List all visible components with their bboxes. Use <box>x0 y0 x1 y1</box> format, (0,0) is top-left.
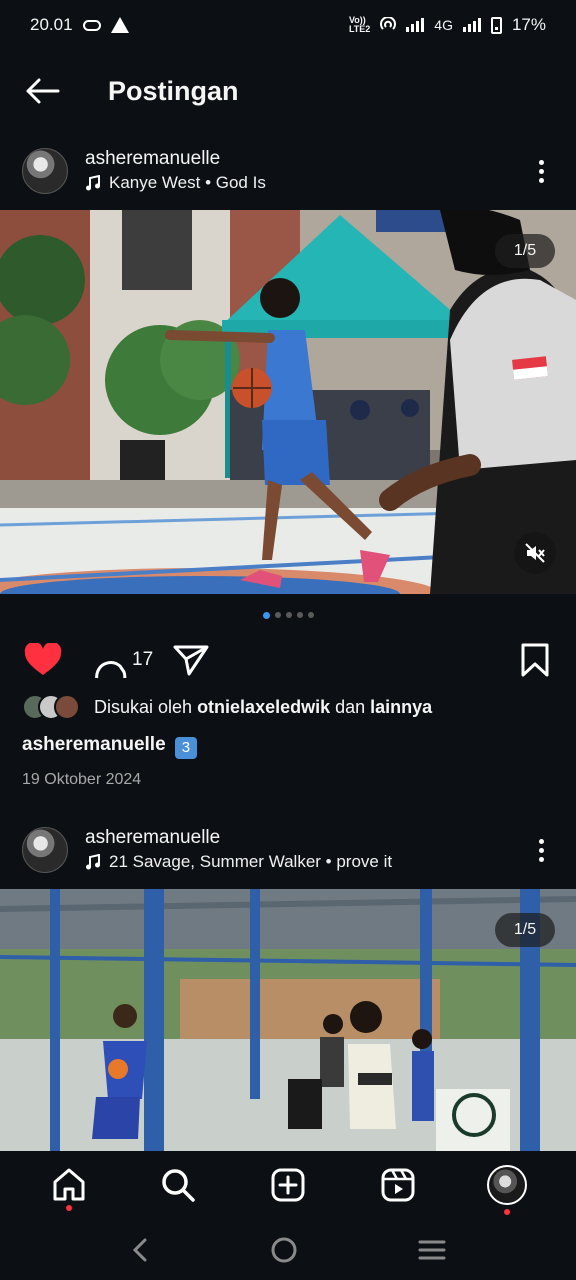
nav-search[interactable] <box>148 1155 208 1215</box>
system-home-icon[interactable] <box>270 1236 298 1264</box>
page-title: Postingan <box>108 75 239 106</box>
reels-icon <box>381 1168 415 1202</box>
share-button[interactable] <box>173 644 209 676</box>
bottom-nav <box>0 1151 576 1219</box>
notification-icon <box>82 19 101 31</box>
music-info[interactable]: 21 Savage, Summer Walker • prove it <box>85 850 516 874</box>
bookmark-icon <box>521 643 549 677</box>
caption-username[interactable]: asheremanuelle <box>22 734 166 755</box>
speaker-muted-icon <box>525 543 545 563</box>
more-options-button[interactable] <box>516 830 566 870</box>
keycap-emoji: 3 <box>174 737 197 759</box>
create-icon <box>271 1168 305 1202</box>
basketball-court-photo <box>0 889 576 1151</box>
status-bar: 20.01 Vo)) LTE2 4G 17% <box>0 0 576 50</box>
avatar[interactable] <box>22 827 68 873</box>
media-counter: 1/5 <box>495 234 555 268</box>
back-button[interactable] <box>0 60 84 122</box>
comment-button[interactable]: 17 <box>92 642 153 678</box>
comment-count: 17 <box>132 649 154 670</box>
post-date: 19 Oktober 2024 <box>22 771 142 788</box>
battery-level: 17% <box>511 15 546 34</box>
post-caption: asheremanuelle 3 <box>22 734 197 759</box>
battery-icon <box>490 16 502 34</box>
volte-indicator: Vo)) LTE2 <box>348 15 371 34</box>
media-counter: 1/5 <box>495 913 555 947</box>
nav-profile[interactable] <box>477 1155 537 1215</box>
warning-icon <box>110 17 129 33</box>
notification-dot <box>65 1205 72 1211</box>
music-info[interactable]: Kanye West • God Is <box>85 171 516 195</box>
post-header: asheremanuelle 21 Savage, Summer Walker … <box>0 817 576 883</box>
status-time: 20.01 <box>30 15 73 34</box>
heart-filled-icon <box>24 643 62 675</box>
carousel-indicator <box>0 612 576 619</box>
post-username[interactable]: asheremanuelle <box>85 826 516 850</box>
hotspot-icon <box>380 17 397 30</box>
basketball-photo <box>0 210 576 594</box>
comment-icon <box>95 661 127 678</box>
mute-button[interactable] <box>514 532 556 574</box>
music-label: Kanye West • God Is <box>109 173 266 192</box>
music-label: 21 Savage, Summer Walker • prove it <box>109 852 393 871</box>
music-note-icon <box>86 854 100 870</box>
post-media[interactable]: 1/5 <box>0 210 576 594</box>
save-button[interactable] <box>520 643 550 677</box>
search-icon <box>162 1169 196 1202</box>
like-button[interactable] <box>24 643 62 677</box>
top-bar: Postingan <box>0 60 576 122</box>
liked-by[interactable]: Disukai oleh otnielaxeledwik dan lainnya <box>22 694 432 720</box>
post-media[interactable]: 1/5 <box>0 889 576 1151</box>
home-icon <box>53 1168 85 1201</box>
signal-2-icon <box>462 18 481 32</box>
network-type: 4G <box>434 17 453 33</box>
send-icon <box>173 645 209 676</box>
notification-dot <box>504 1209 511 1215</box>
post-header: asheremanuelle Kanye West • God Is <box>0 138 576 204</box>
avatar[interactable] <box>22 148 68 194</box>
nav-create[interactable] <box>258 1155 318 1215</box>
profile-avatar <box>487 1165 528 1205</box>
arrow-left-icon <box>26 78 60 104</box>
system-recents-icon[interactable] <box>418 1239 446 1261</box>
system-back-icon[interactable] <box>130 1237 150 1263</box>
nav-reels[interactable] <box>368 1155 428 1215</box>
post-username[interactable]: asheremanuelle <box>85 147 516 171</box>
nav-home[interactable] <box>39 1155 99 1215</box>
music-note-icon <box>86 175 100 191</box>
post-actions: 17 <box>0 638 576 682</box>
signal-1-icon <box>406 18 425 32</box>
liked-by-text: Disukai oleh otnielaxeledwik dan lainnya <box>94 696 433 717</box>
liker-avatar <box>54 694 80 720</box>
more-options-button[interactable] <box>516 151 566 191</box>
system-nav <box>0 1219 576 1280</box>
